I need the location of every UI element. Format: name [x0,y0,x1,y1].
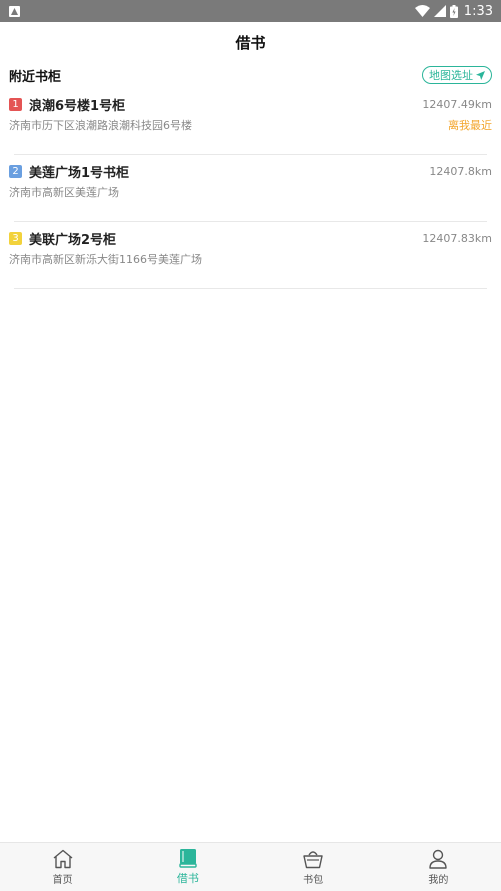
book-icon [179,849,197,868]
header: 借书 [0,22,501,62]
item-row-bottom: 济南市高新区美莲广场 [9,184,492,200]
list-item[interactable]: 3 美联广场2号柜 12407.83km 济南市高新区新泺大街1166号美莲广场 [0,222,501,289]
status-time: 1:33 [463,3,493,19]
tab-label: 借书 [176,872,199,885]
divider [14,288,487,289]
nearest-tag: 离我最近 [448,119,492,132]
item-row-bottom: 济南市高新区新泺大街1166号美莲广场 [9,251,492,267]
tab-mine[interactable]: 我的 [376,843,501,891]
cabinet-distance: 12407.8km [429,164,492,178]
battery-icon [449,4,458,18]
cabinet-distance: 12407.49km [422,97,492,111]
cabinet-name: 浪潮6号楼1号柜 [29,98,126,114]
tab-label: 书包 [303,874,324,886]
index-badge: 2 [9,164,22,178]
map-select-button[interactable]: 地图选址 [422,66,492,84]
cabinet-list: 1 浪潮6号楼1号柜 12407.49km 济南市历下区浪潮路浪潮科技园6号楼 … [0,88,501,289]
tab-bag[interactable]: 书包 [251,843,376,891]
item-name-wrap: 3 美联广场2号柜 [9,229,116,248]
cabinet-address: 济南市高新区新泺大街1166号美莲广场 [9,253,202,266]
person-icon [429,849,448,869]
tab-label: 首页 [52,874,73,886]
item-row-top: 1 浪潮6号楼1号柜 12407.49km [9,95,492,114]
tab-home[interactable]: 首页 [0,843,125,891]
item-name-wrap: 2 美莲广场1号书柜 [9,162,129,181]
cabinet-address: 济南市高新区美莲广场 [9,186,119,199]
notification-icon [9,5,20,17]
item-row-top: 2 美莲广场1号书柜 12407.8km [9,162,492,181]
tab-bar: 首页 借书 书包 我的 [0,842,501,891]
cabinet-address: 济南市历下区浪潮路浪潮科技园6号楼 [9,119,192,132]
tab-borrow[interactable]: 借书 [125,843,250,891]
status-right: 1:33 [414,3,493,19]
location-arrow-icon [476,70,485,80]
status-bar: 1:33 [0,0,501,22]
map-select-label: 地图选址 [429,69,473,82]
index-badge: 3 [9,231,22,245]
cabinet-name: 美联广场2号柜 [29,232,117,248]
list-item[interactable]: 2 美莲广场1号书柜 12407.8km 济南市高新区美莲广场 [0,155,501,222]
section-title: 附近书柜 [9,69,62,85]
item-row-top: 3 美联广场2号柜 12407.83km [9,229,492,248]
page-title: 借书 [235,33,266,52]
cabinet-name: 美莲广场1号书柜 [29,165,130,181]
item-row-bottom: 济南市历下区浪潮路浪潮科技园6号楼 离我最近 [9,117,492,133]
wifi-icon [414,5,430,17]
section-header: 附近书柜 地图选址 [0,64,501,86]
list-item[interactable]: 1 浪潮6号楼1号柜 12407.49km 济南市历下区浪潮路浪潮科技园6号楼 … [0,88,501,155]
basket-icon [303,850,323,868]
home-icon [53,849,73,868]
tab-label: 我的 [428,874,449,886]
cabinet-distance: 12407.83km [422,231,492,245]
index-badge: 1 [9,97,22,111]
signal-icon [433,5,446,17]
item-name-wrap: 1 浪潮6号楼1号柜 [9,95,125,114]
status-left [9,5,20,17]
